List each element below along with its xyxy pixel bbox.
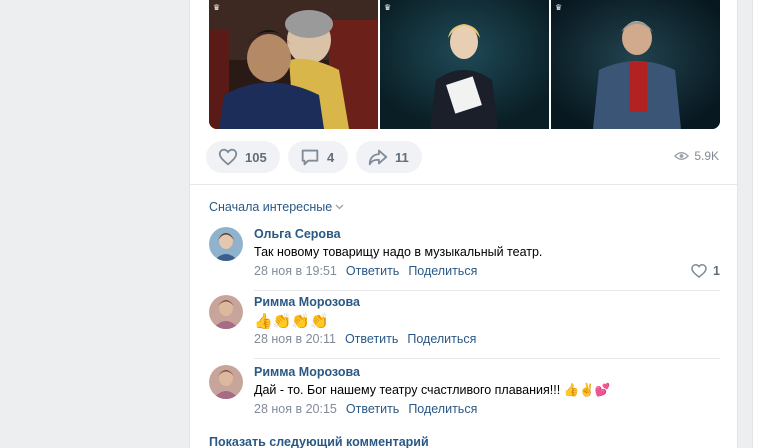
heart-icon (218, 148, 238, 166)
photo-woman-speaker[interactable]: ♛ (380, 0, 549, 129)
comment-author[interactable]: Римма Морозова (254, 295, 360, 309)
comment-button[interactable]: 4 (288, 141, 348, 173)
share-link[interactable]: Поделиться (408, 264, 477, 278)
chevron-down-icon (335, 204, 344, 210)
comment-meta: 28 ноя в 20:11 Ответить Поделиться (254, 332, 476, 346)
comment-author[interactable]: Римма Морозова (254, 365, 360, 379)
comment-date[interactable]: 28 ноя в 20:15 (254, 402, 337, 416)
comment-like-count: 1 (713, 263, 720, 278)
comment-date[interactable]: 28 ноя в 19:51 (254, 264, 337, 278)
share-link[interactable]: Поделиться (408, 402, 477, 416)
comments-sort-dropdown[interactable]: Сначала интересные (209, 200, 344, 214)
comment-meta: 28 ноя в 19:51 Ответить Поделиться (254, 264, 477, 278)
avatar[interactable] (209, 295, 243, 329)
heart-icon (691, 264, 707, 278)
avatar[interactable] (209, 227, 243, 261)
views-count: 5.9K (694, 149, 719, 163)
reply-link[interactable]: Ответить (345, 332, 398, 346)
share-button[interactable]: 11 (356, 141, 422, 173)
comment-text: Дай - то. Бог нашему театру счастливого … (254, 383, 611, 397)
comment-count: 4 (327, 149, 335, 165)
comment-text: Так новому товарищу надо в музыкальный т… (254, 245, 543, 259)
comment-text: 👍👏👏👏 (254, 313, 329, 329)
photo-man-red-shirt[interactable]: ♛ (551, 0, 720, 129)
post-actions: 105 4 11 5.9K (206, 141, 719, 173)
comment-divider (254, 358, 720, 359)
share-link[interactable]: Поделиться (407, 332, 476, 346)
comment-item: Римма Морозова 👍👏👏👏 28 ноя в 20:11 Ответ… (209, 295, 720, 359)
reply-link[interactable]: Ответить (346, 402, 399, 416)
right-sidebar-card (752, 0, 763, 448)
wall-post: ♛ ♛ ♛ 105 4 11 5.9K Сначала интересные О… (189, 0, 738, 448)
comment-divider (254, 290, 720, 291)
comment-author[interactable]: Ольга Серова (254, 227, 341, 241)
divider (190, 184, 737, 185)
reply-link[interactable]: Ответить (346, 264, 399, 278)
photo-couple[interactable]: ♛ (209, 0, 378, 129)
sort-label: Сначала интересные (209, 200, 333, 214)
share-count: 11 (395, 149, 409, 165)
comment-icon (301, 149, 319, 166)
photo-gallery: ♛ ♛ ♛ (209, 0, 720, 129)
emoji-reaction: 👍👏👏👏 (254, 312, 329, 330)
share-arrow-icon (368, 149, 388, 166)
views-counter: 5.9K (674, 149, 719, 163)
comment-item: Ольга Серова Так новому товарищу надо в … (209, 227, 720, 291)
avatar[interactable] (209, 365, 243, 399)
comment-item: Римма Морозова Дай - то. Бог нашему теат… (209, 365, 720, 429)
show-next-comment-link[interactable]: Показать следующий комментарий (209, 435, 429, 448)
svg-text:♛: ♛ (555, 3, 562, 12)
like-button[interactable]: 105 (206, 141, 280, 173)
eye-icon (674, 152, 690, 160)
like-count: 105 (245, 149, 267, 165)
comment-meta: 28 ноя в 20:15 Ответить Поделиться (254, 402, 477, 416)
svg-text:♛: ♛ (384, 3, 391, 12)
comment-date[interactable]: 28 ноя в 20:11 (254, 332, 336, 346)
comment-like-button[interactable]: 1 (691, 263, 720, 278)
svg-text:♛: ♛ (213, 3, 220, 12)
